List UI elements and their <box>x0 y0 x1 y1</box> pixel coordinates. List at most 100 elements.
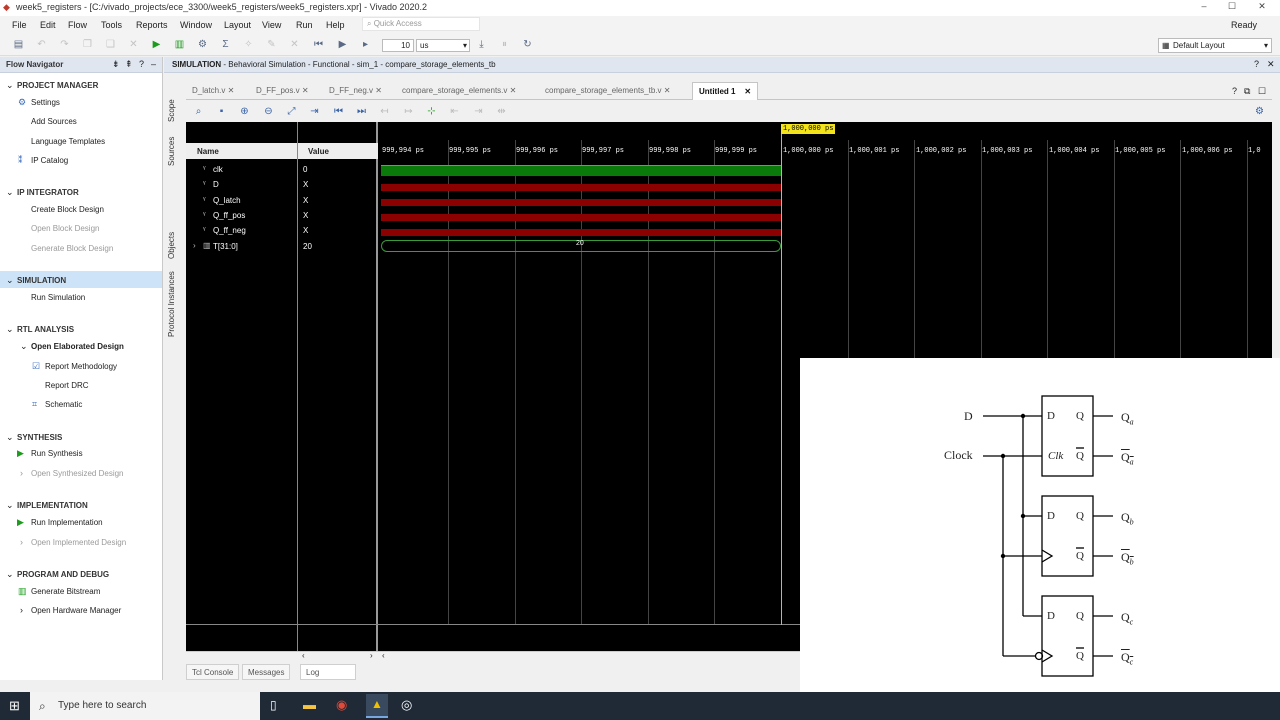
vivado-taskbar-icon[interactable]: ▲ <box>366 694 388 718</box>
task-view-icon[interactable]: ▯ <box>270 698 277 712</box>
settings-gear-icon[interactable]: ⚙ <box>1253 105 1266 118</box>
fn-open-implemented-design[interactable]: Open Implemented Design <box>31 538 126 547</box>
signal-name[interactable]: Q_latch <box>213 196 241 205</box>
tab-scope[interactable]: Scope <box>167 93 181 129</box>
expand-bus-icon[interactable]: › <box>193 241 196 250</box>
menu-run[interactable]: Run <box>296 20 313 30</box>
expand-elaborated-icon[interactable]: ⌄ <box>20 341 28 352</box>
minimize-button[interactable]: – <box>1194 1 1214 15</box>
menu-flow[interactable]: Flow <box>68 20 87 30</box>
fn-schematic[interactable]: Schematic <box>45 400 82 409</box>
swap-cursors-icon[interactable]: ⇹ <box>495 105 508 118</box>
menu-layout[interactable]: Layout <box>224 20 251 30</box>
fn-language-templates[interactable]: Language Templates <box>31 137 105 146</box>
go-to-cursor-icon[interactable]: ⇥ <box>308 105 321 118</box>
undo-icon[interactable]: ↶ <box>35 38 48 51</box>
fn-report-drc[interactable]: Report DRC <box>45 381 89 390</box>
fn-run-implementation[interactable]: Run Implementation <box>31 518 103 527</box>
next-transition-icon[interactable]: ↦ <box>402 105 415 118</box>
fn-open-elaborated-design[interactable]: Open Elaborated Design <box>31 342 124 351</box>
add-marker-icon[interactable]: ⊹ <box>425 105 438 118</box>
maximize-button[interactable]: ☐ <box>1222 1 1242 15</box>
time-cursor[interactable] <box>781 130 782 625</box>
previous-transition-icon[interactable]: ↤ <box>378 105 391 118</box>
run-for-icon[interactable]: ▸ <box>359 38 372 51</box>
sim-time-input[interactable]: 10 <box>382 39 414 52</box>
fn-run-synthesis[interactable]: Run Synthesis <box>31 449 83 458</box>
chevron-right-icon[interactable]: › <box>20 605 23 615</box>
signal-name[interactable]: clk <box>213 165 223 174</box>
quick-access-input[interactable]: ⌕ Quick Access <box>362 17 480 31</box>
file-explorer-icon[interactable]: ▬ <box>303 697 316 712</box>
chevron-right-icon[interactable]: › <box>20 468 23 478</box>
obs-icon[interactable]: ◎ <box>401 697 412 713</box>
tab-sources[interactable]: Sources <box>167 131 181 171</box>
expand-implementation-icon[interactable]: ⌄ <box>6 500 14 511</box>
run-icon[interactable]: ▶ <box>150 38 163 51</box>
tab-messages[interactable]: Messages <box>242 664 291 680</box>
close-tab-icon[interactable]: ✕ <box>510 86 517 95</box>
fn-report-methodology[interactable]: Report Methodology <box>45 362 117 371</box>
menu-help[interactable]: Help <box>326 20 345 30</box>
relaunch-icon[interactable]: ↻ <box>521 38 534 51</box>
menu-edit[interactable]: Edit <box>40 20 56 30</box>
section-implementation[interactable]: IMPLEMENTATION <box>17 501 88 510</box>
restore-icon[interactable]: ⧉ <box>1244 86 1250 97</box>
tab-objects[interactable]: Objects <box>167 225 181 265</box>
expand-simulation-icon[interactable]: ⌄ <box>6 275 14 286</box>
fn-open-hardware-manager[interactable]: Open Hardware Manager <box>31 606 121 615</box>
expand-all-icon[interactable]: ⇞ <box>125 59 133 70</box>
tab-compare-storage-elements[interactable]: compare_storage_elements.v ✕ <box>396 82 522 100</box>
zoom-out-icon[interactable]: ⊖ <box>262 105 275 118</box>
close-tab-icon[interactable]: ✕ <box>302 86 309 95</box>
previous-marker-icon[interactable]: ⇤ <box>448 105 461 118</box>
fn-open-synthesized-design[interactable]: Open Synthesized Design <box>31 469 124 478</box>
windows-start-icon[interactable]: ⊞ <box>9 698 20 714</box>
close-tab-icon[interactable]: ✕ <box>744 87 751 96</box>
close-tab-icon[interactable]: ✕ <box>228 86 235 95</box>
close-tab-icon[interactable]: ✕ <box>375 86 382 95</box>
scroll-left-icon[interactable]: ‹ <box>302 651 305 660</box>
next-marker-icon[interactable]: ⇥ <box>472 105 485 118</box>
delete-icon[interactable]: ✕ <box>127 38 140 51</box>
paste-icon[interactable]: ❑ <box>104 38 117 51</box>
fn-create-block-design[interactable]: Create Block Design <box>31 205 104 214</box>
help-icon[interactable]: ? <box>1232 86 1237 96</box>
sim-unit-select[interactable]: us ▾ <box>416 39 470 52</box>
cancel-icon[interactable]: ✕ <box>288 38 301 51</box>
tab-d-ff-neg[interactable]: D_FF_neg.v ✕ <box>323 82 388 100</box>
close-window-button[interactable]: ✕ <box>1252 1 1272 15</box>
fn-open-block-design[interactable]: Open Block Design <box>31 224 99 233</box>
sigma-icon[interactable]: Σ <box>219 38 232 51</box>
menu-view[interactable]: View <box>262 20 281 30</box>
help-icon[interactable]: ? <box>139 59 144 69</box>
tab-compare-storage-elements-tb[interactable]: compare_storage_elements_tb.v ✕ <box>539 82 676 100</box>
tab-protocol-instances[interactable]: Protocol Instances <box>167 268 181 340</box>
section-synthesis[interactable]: SYNTHESIS <box>17 433 62 442</box>
section-simulation[interactable]: SIMULATION <box>17 276 66 285</box>
expand-synthesis-icon[interactable]: ⌄ <box>6 432 14 443</box>
fn-ip-catalog[interactable]: IP Catalog <box>31 156 68 165</box>
search-icon[interactable]: ⌕ <box>192 105 205 118</box>
tab-d-latch[interactable]: D_latch.v ✕ <box>186 82 240 100</box>
chevron-right-icon[interactable]: › <box>20 537 23 547</box>
fn-generate-block-design[interactable]: Generate Block Design <box>31 244 113 253</box>
menu-reports[interactable]: Reports <box>136 20 168 30</box>
minimize-panel-icon[interactable]: – <box>151 59 156 69</box>
tab-d-ff-pos[interactable]: D_FF_pos.v ✕ <box>250 82 315 100</box>
program-icon[interactable]: ▥ <box>173 38 186 51</box>
zoom-fit-icon[interactable]: ⤢ <box>285 105 298 118</box>
restart-icon[interactable]: ⏮ <box>312 38 325 51</box>
menu-file[interactable]: File <box>12 20 27 30</box>
section-project-manager[interactable]: PROJECT MANAGER <box>17 81 98 90</box>
help-icon[interactable]: ? <box>1254 59 1259 69</box>
section-program-and-debug[interactable]: PROGRAM AND DEBUG <box>17 570 109 579</box>
horizontal-scrollbar[interactable]: ‹ › ‹ <box>186 651 800 661</box>
taskbar-search-box[interactable]: ⌕ Type here to search <box>30 692 260 720</box>
section-ip-integrator[interactable]: IP INTEGRATOR <box>17 188 79 197</box>
zoom-in-icon[interactable]: ⊕ <box>238 105 251 118</box>
maximize-icon[interactable]: ☐ <box>1258 86 1266 97</box>
settings-gear-icon[interactable]: ⚙ <box>196 38 209 51</box>
edit-icon[interactable]: ✎ <box>265 38 278 51</box>
section-rtl-analysis[interactable]: RTL ANALYSIS <box>17 325 74 334</box>
